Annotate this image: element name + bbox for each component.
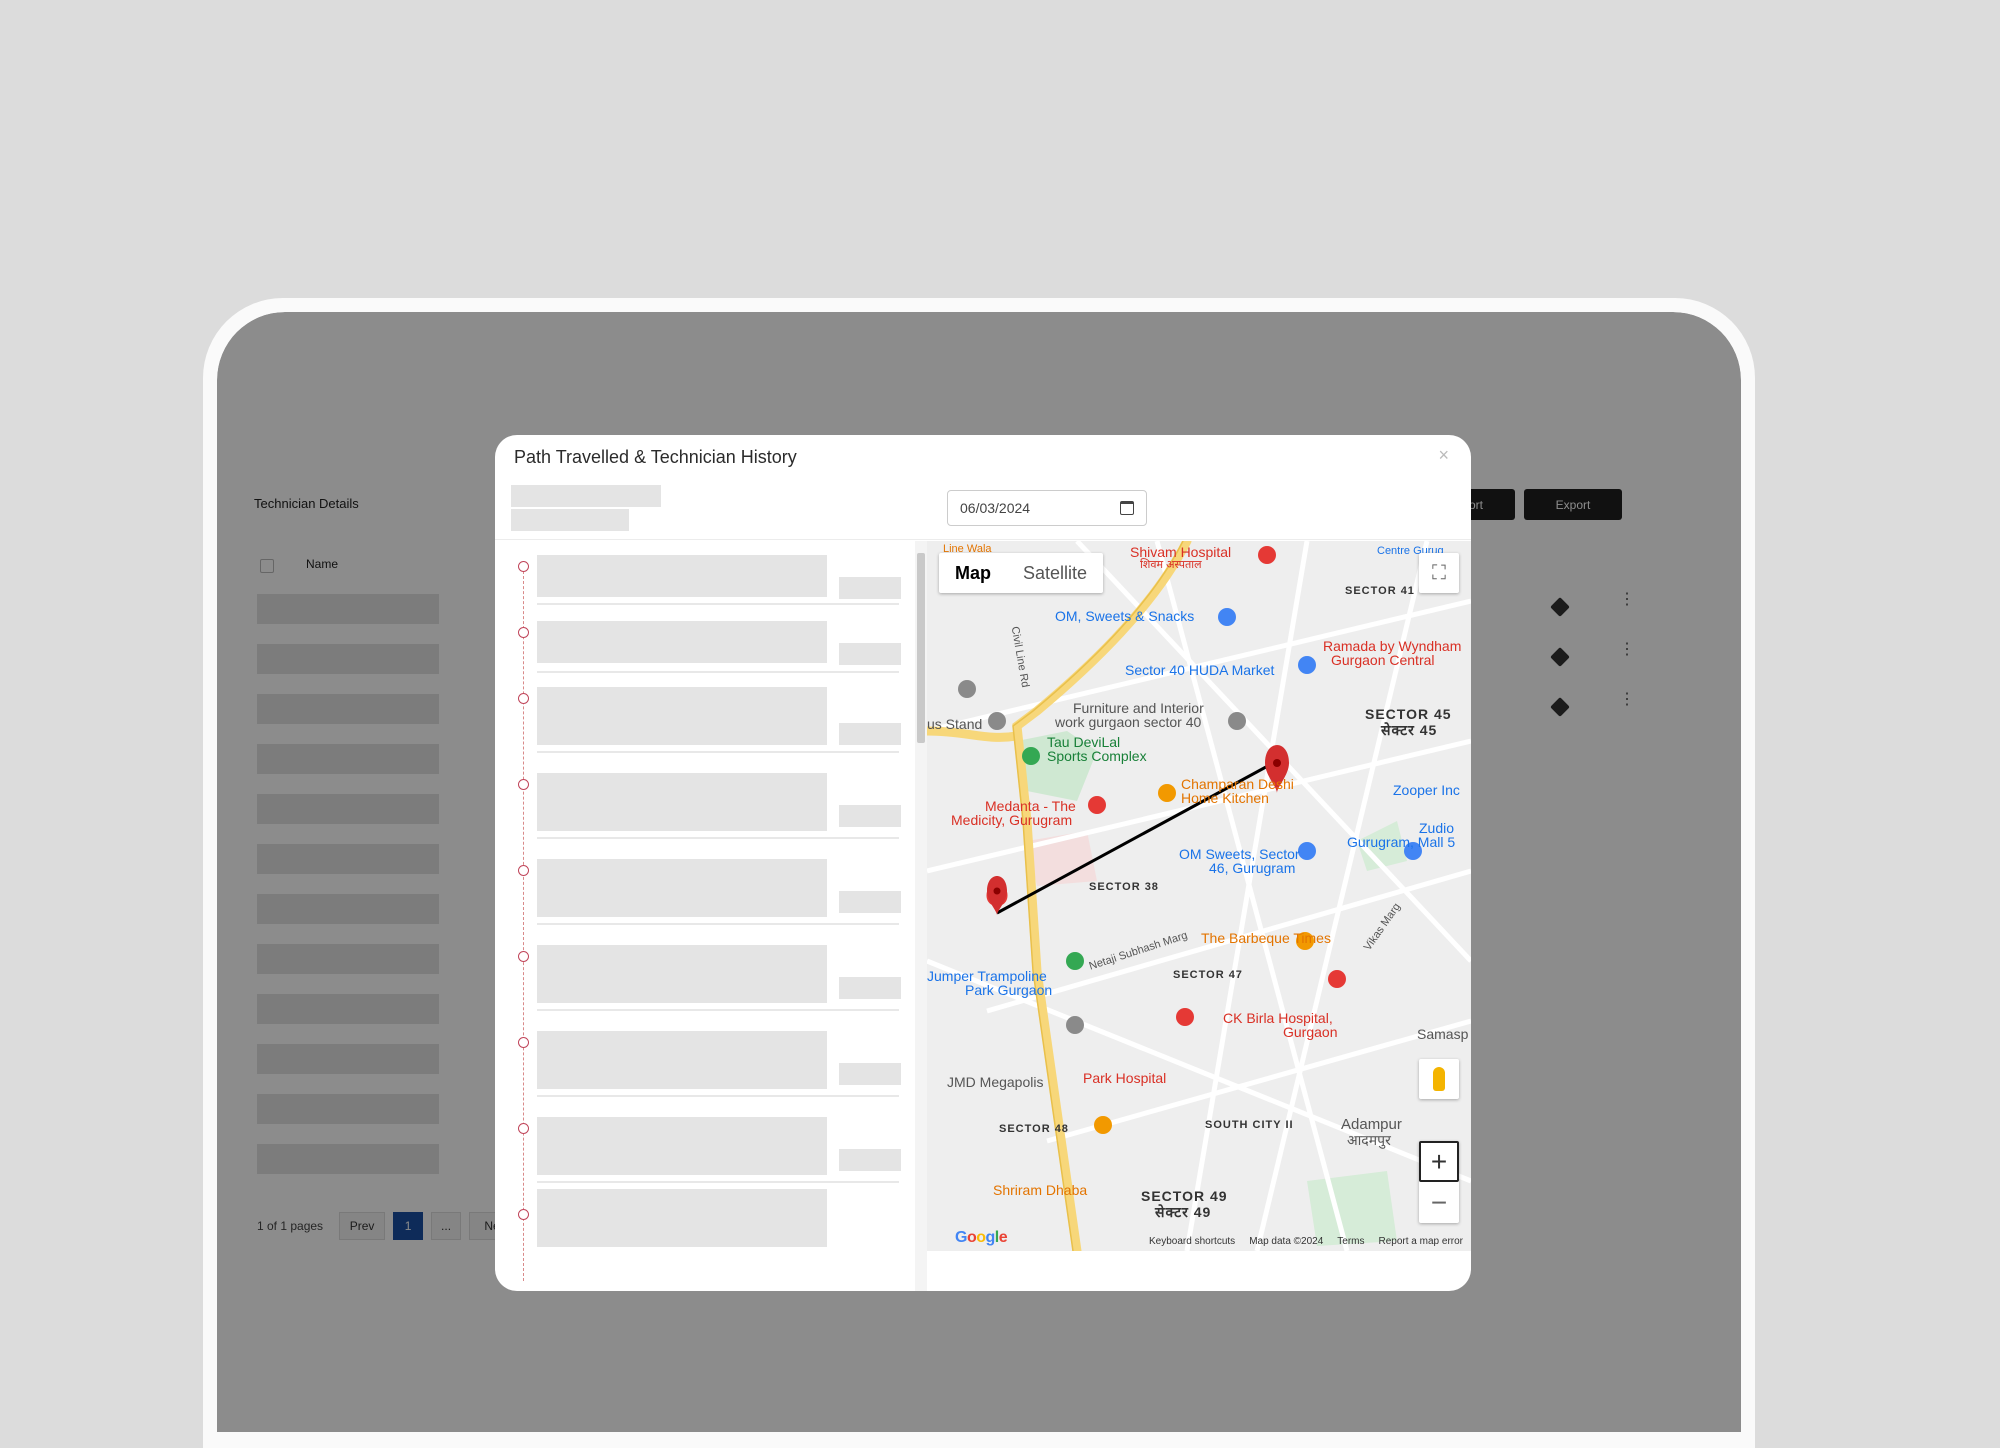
keyboard-shortcuts-link[interactable]: Keyboard shortcuts [1149,1236,1235,1247]
zoom-out-button[interactable]: − [1419,1182,1459,1223]
technician-meta-placeholder [511,509,629,531]
entry-placeholder [537,1117,827,1175]
pegman-icon[interactable] [1419,1059,1459,1099]
entry-time-placeholder [839,977,901,999]
map-type-satellite-button[interactable]: Satellite [1007,553,1103,593]
entry-divider [537,1181,899,1183]
timeline-dot [518,1209,529,1220]
path-history-modal: Path Travelled & Technician History × 06… [495,435,1471,1291]
entry-divider [537,671,899,673]
entry-time-placeholder [839,723,901,745]
timeline-dot [518,1037,529,1048]
entry-time-placeholder [839,891,901,913]
place-label: SECTOR 49 [1141,1188,1228,1204]
place-label: Gurgaon [1283,1024,1338,1040]
place-label: शिवम अस्पताल [1140,559,1202,571]
place-label: Home Kitchen [1181,790,1269,806]
entry-divider [537,837,899,839]
entry-placeholder [537,945,827,1003]
entry-divider [537,751,899,753]
map-data-text: Map data ©2024 [1249,1235,1324,1247]
place-label: सेक्टर 45 [1381,722,1438,738]
technician-name-placeholder [511,485,661,507]
place-label: Zooper Inc [1393,782,1460,798]
map-footer: Keyboard shortcuts Map data ©2024 Terms … [927,1231,1471,1251]
place-label: Park Hospital [1083,1070,1167,1086]
map-type-control: Map Satellite [939,553,1104,593]
place-label: OM, Sweets & Snacks [1055,608,1195,624]
place-label: Sports Complex [1047,748,1147,764]
zoom-in-button[interactable]: + [1419,1141,1459,1182]
place-label: Sector 40 HUDA Market [1125,662,1275,678]
map-type-map-button[interactable]: Map [939,553,1007,593]
place-label: SECTOR 41 [1345,585,1415,597]
place-label: SECTOR 45 [1365,706,1452,722]
place-label: सेक्टर 49 [1155,1204,1212,1220]
entry-time-placeholder [839,577,901,599]
place-label: Medicity, Gurugram [951,812,1073,828]
entry-placeholder [537,1031,827,1089]
date-value: 06/03/2024 [960,500,1031,516]
place-label: 46, Gurugram [1209,860,1296,876]
place-label: Gurgaon Central [1331,652,1435,668]
timeline-dot [518,1123,529,1134]
timeline-dot [518,561,529,572]
entry-placeholder [537,555,827,597]
calendar-icon[interactable] [1120,501,1134,515]
entry-placeholder [537,1189,827,1247]
entry-divider [537,923,899,925]
entry-time-placeholder [839,1149,901,1171]
timeline-dot [518,627,529,638]
scrollbar-thumb[interactable] [917,553,925,743]
entry-placeholder [537,687,827,745]
place-label: JMD Megapolis [947,1074,1044,1090]
place-label: work gurgaon sector 40 [1055,714,1202,730]
timeline-dot [518,865,529,876]
modal-title: Path Travelled & Technician History [514,447,797,467]
pegman-figure [1433,1067,1445,1091]
timeline-dot [518,693,529,704]
close-icon[interactable]: × [1438,445,1449,466]
place-label: आदमपुर [1347,1132,1391,1148]
entry-time-placeholder [839,1063,901,1085]
zoom-control: + − [1419,1141,1459,1223]
entry-placeholder [537,621,827,663]
entry-placeholder [537,773,827,831]
entry-placeholder [537,859,827,917]
entry-divider [537,603,899,605]
place-label: Samasp [1417,1026,1469,1042]
place-label: Shriram Dhaba [993,1182,1088,1198]
header-divider [495,539,1471,540]
report-map-error-link[interactable]: Report a map error [1379,1236,1463,1247]
place-label: The Barbeque Times [1201,930,1331,946]
fullscreen-icon[interactable]: ⛶ [1419,553,1459,593]
date-input[interactable]: 06/03/2024 [947,490,1147,526]
entry-divider [537,1009,899,1011]
timeline-dot [518,779,529,790]
timeline-scrollbar[interactable] [915,541,927,1291]
place-label: SECTOR 48 [999,1123,1069,1135]
place-label: SECTOR 38 [1089,881,1159,893]
place-label: us Stand [927,716,983,732]
place-label: Park Gurgaon [965,982,1053,998]
map-view[interactable]: Shivam Hospital शिवम अस्पताल OM, Sweets … [927,541,1471,1251]
entry-divider [537,1095,899,1097]
history-timeline[interactable] [495,541,915,1291]
place-label: Gurugram, Mall 5 [1347,834,1456,850]
entry-time-placeholder [839,805,901,827]
terms-link[interactable]: Terms [1337,1236,1364,1247]
timeline-line [523,561,524,1281]
entry-time-placeholder [839,643,901,665]
place-label: SECTOR 47 [1173,969,1243,981]
timeline-dot [518,951,529,962]
place-label: SOUTH CITY II [1205,1119,1294,1131]
